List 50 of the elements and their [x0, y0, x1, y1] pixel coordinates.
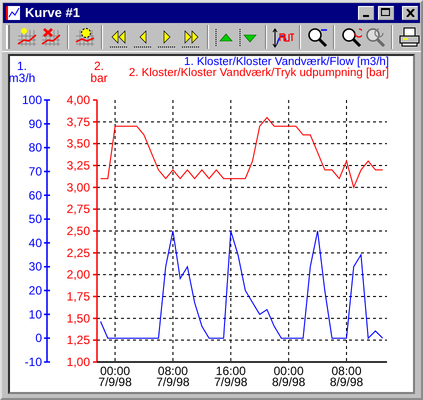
close-icon [406, 8, 414, 17]
zoom-out-icon [306, 26, 328, 48]
tick-label: 3,00 [66, 180, 90, 194]
tick-label: 1,50 [66, 311, 90, 326]
tick-label: 2,25 [66, 246, 90, 260]
tick-label: 08:00 7/9/98 [156, 364, 190, 389]
zoom-undo-icon [340, 26, 362, 48]
close-button[interactable] [402, 6, 418, 20]
tick-label: 2,50 [66, 224, 90, 238]
tick-label: 0 [35, 331, 42, 346]
tick-label: 1,25 [66, 333, 90, 348]
tick-label: 10 [28, 307, 42, 322]
zoom-redo-icon [364, 26, 386, 48]
tick-label: 90 [28, 116, 42, 131]
tick-label: 00:00 8/9/98 [272, 364, 306, 389]
tick-label: 3,75 [66, 114, 90, 129]
maximize-icon [381, 8, 391, 18]
tick-label: 80 [28, 140, 42, 155]
printer-icon [398, 26, 420, 48]
tick-label: 3,50 [66, 136, 90, 151]
tick-label: 100 [22, 93, 42, 107]
window-title: Kurve #1 [25, 4, 81, 22]
tick-label: -10 [24, 355, 42, 369]
new-curve-icon [16, 26, 38, 48]
delete-curve-icon [40, 26, 62, 48]
minimize-button[interactable] [358, 6, 374, 20]
tick-label: 1,00 [66, 355, 90, 369]
tick-label: 30 [28, 260, 42, 274]
minimize-icon [363, 14, 369, 17]
axis-title: 2. bar [90, 59, 108, 85]
tick-label: 2,00 [66, 268, 90, 282]
maximize-button[interactable] [378, 6, 394, 20]
printer-button[interactable] [398, 25, 420, 50]
tick-label: 08:00 8/9/98 [330, 364, 364, 389]
tick-label: 40 [28, 236, 42, 250]
tick-label: 70 [28, 164, 42, 178]
tick-label: 2,75 [66, 202, 90, 216]
tick-label: 00:00 7/9/98 [98, 364, 132, 389]
tick-label: 50 [28, 212, 42, 226]
tick-label: 3,25 [66, 158, 90, 172]
tick-label: 60 [28, 188, 42, 202]
tick-label: 1,75 [66, 290, 90, 304]
tick-label: 4,00 [66, 93, 90, 107]
autoscale-icon [272, 26, 294, 48]
tick-label: 20 [28, 284, 42, 298]
chart-icon [5, 4, 21, 21]
legend-entry: 2. Kloster/Kloster Vandværk/Tryk udpumpning [bar] [128, 67, 389, 79]
curve-setup-icon [74, 26, 96, 48]
tick-label: 16:00 7/9/98 [214, 364, 248, 389]
legend-entry: 1. Kloster/Kloster Vandværk/Flow [m3/h] [184, 56, 389, 68]
